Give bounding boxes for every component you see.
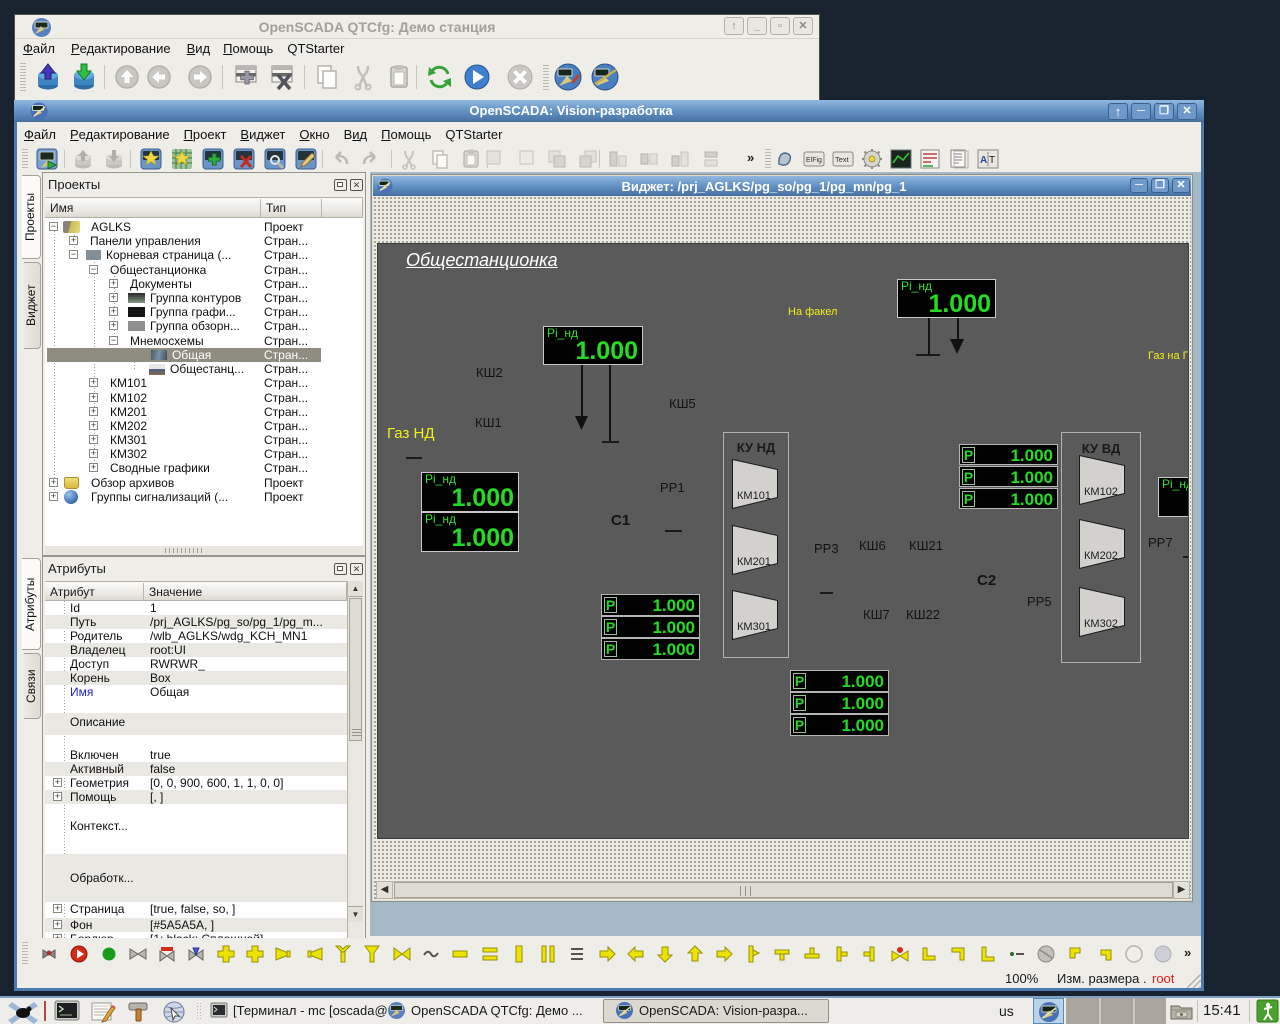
- svg-text:A: A: [980, 155, 987, 166]
- svg-text:T: T: [989, 155, 995, 166]
- svg-text:ElFig: ElFig: [806, 157, 822, 164]
- svg-text:Text: Text: [835, 155, 850, 164]
